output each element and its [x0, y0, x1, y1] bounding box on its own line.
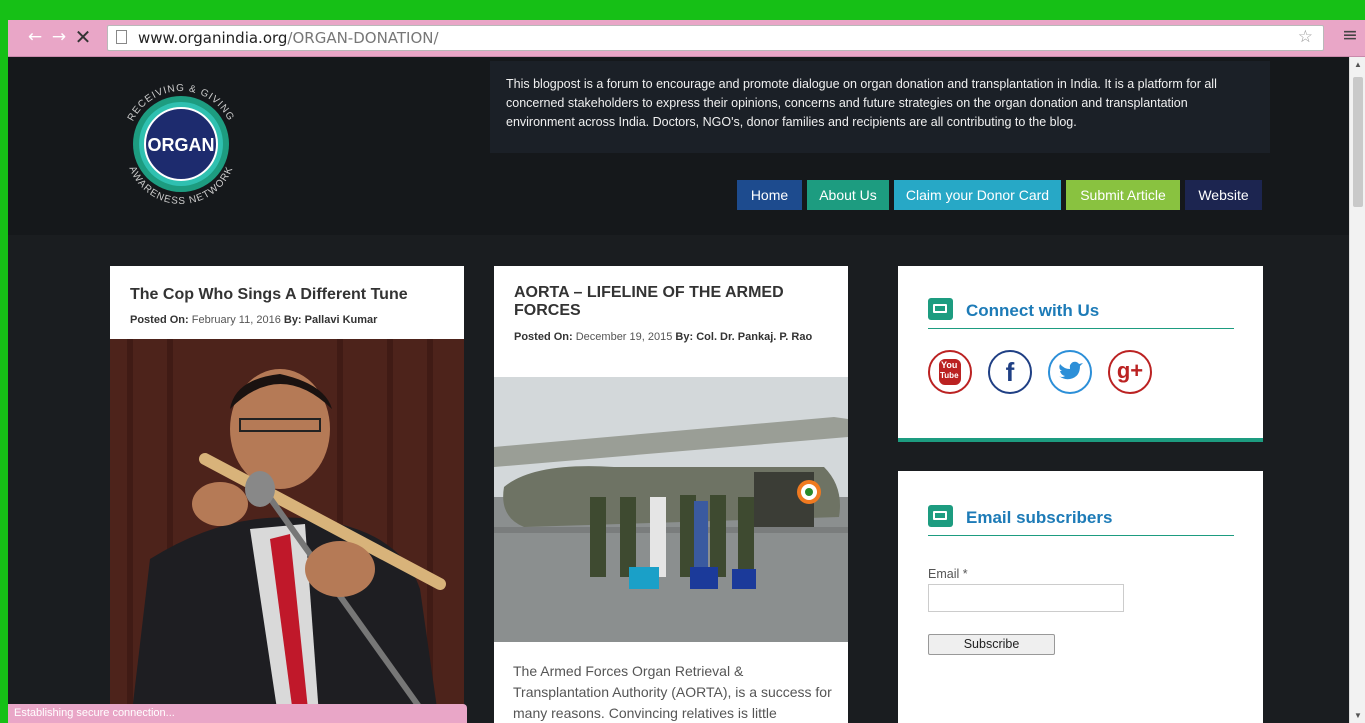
menu-icon[interactable]: ≡ — [1342, 24, 1358, 46]
site-header: ORGAN RECEIVING & GIVING AWARENESS NETWO… — [8, 57, 1349, 235]
nav-claim-donor-card[interactable]: Claim your Donor Card — [894, 180, 1061, 210]
nav-about-us[interactable]: About Us — [807, 180, 889, 210]
url-text[interactable]: www.organindia.org/ORGAN-DONATION/ — [138, 29, 439, 47]
organ-logo[interactable]: ORGAN RECEIVING & GIVING AWARENESS NETWO… — [106, 69, 256, 219]
post-title[interactable]: The Cop Who Sings A Different Tune — [130, 286, 450, 304]
folder-icon — [928, 298, 953, 320]
web-page: ORGAN RECEIVING & GIVING AWARENESS NETWO… — [8, 57, 1349, 723]
facebook-icon[interactable]: f — [988, 350, 1032, 394]
posted-on-label: Posted On: — [130, 314, 189, 326]
vertical-scrollbar[interactable]: ▲ ▼ — [1349, 57, 1365, 723]
forward-arrow-icon[interactable]: → — [48, 26, 70, 48]
by-label: By: — [283, 314, 302, 326]
stop-loading-icon[interactable]: ✕ — [72, 26, 94, 48]
post-card: AORTA – LIFELINE OF THE ARMED FORCES Pos… — [494, 266, 848, 723]
post-author: Col. Dr. Pankaj. P. Rao — [696, 331, 813, 343]
email-subscribers-widget: Email subscribers Email * Subscribe — [898, 471, 1263, 723]
url-host: www.organindia.org — [138, 29, 288, 47]
youtube-you-text: You — [941, 360, 958, 370]
scrollbar-thumb[interactable] — [1353, 77, 1363, 207]
post-excerpt: The Armed Forces Organ Retrieval & Trans… — [513, 663, 832, 721]
scroll-up-arrow-icon[interactable]: ▲ — [1354, 60, 1362, 69]
email-widget-title: Email subscribers — [966, 508, 1113, 527]
post-meta: Posted On: December 19, 2015 By: Col. Dr… — [514, 328, 834, 346]
subscribe-button[interactable]: Subscribe — [928, 634, 1055, 655]
post-image-aircraft[interactable] — [494, 377, 848, 642]
widget-accent-bar — [898, 438, 1263, 442]
folder-icon — [928, 505, 953, 527]
post-card: The Cop Who Sings A Different Tune Poste… — [110, 266, 464, 723]
widget-divider — [928, 535, 1234, 536]
email-input[interactable] — [928, 584, 1124, 612]
scroll-down-arrow-icon[interactable]: ▼ — [1354, 711, 1362, 720]
browser-window: ← → ✕ www.organindia.org/ORGAN-DONATION/… — [8, 20, 1365, 723]
posted-on-label: Posted On: — [514, 331, 573, 343]
connect-widget: Connect with Us You Tube f g+ — [898, 266, 1263, 442]
connect-title: Connect with Us — [966, 301, 1100, 320]
post-title[interactable]: AORTA – LIFELINE OF THE ARMED FORCES — [514, 284, 814, 320]
browser-toolbar: ← → ✕ www.organindia.org/ORGAN-DONATION/… — [8, 20, 1365, 57]
post-date: December 19, 2015 — [575, 331, 673, 343]
post-author: Pallavi Kumar — [304, 314, 378, 326]
post-meta: Posted On: February 11, 2016 By: Pallavi… — [130, 311, 377, 329]
nav-website[interactable]: Website — [1185, 180, 1262, 210]
back-arrow-icon[interactable]: ← — [24, 26, 46, 48]
twitter-icon[interactable] — [1048, 350, 1092, 394]
post-image-flute-player[interactable] — [110, 339, 464, 723]
site-description: This blogpost is a forum to encourage an… — [506, 77, 1217, 129]
youtube-icon[interactable]: You Tube — [928, 350, 972, 394]
address-bar[interactable]: www.organindia.org/ORGAN-DONATION/ ☆ — [107, 25, 1324, 51]
download-extension-icon[interactable]: ⬇ — [1310, 26, 1324, 46]
nav-home[interactable]: Home — [737, 180, 802, 210]
site-description-box: This blogpost is a forum to encourage an… — [490, 61, 1270, 153]
post-date: February 11, 2016 — [191, 314, 281, 326]
by-label: By: — [675, 331, 694, 343]
email-label: Email * — [928, 567, 968, 581]
page-icon — [116, 30, 127, 44]
logo-main-text: ORGAN — [148, 135, 215, 155]
widget-divider — [928, 328, 1234, 329]
nav-submit-article[interactable]: Submit Article — [1066, 180, 1180, 210]
status-bar: Establishing secure connection... — [8, 704, 467, 723]
twitter-bird-icon — [1059, 361, 1083, 380]
youtube-tube-text: Tube — [940, 371, 959, 380]
google-plus-icon[interactable]: g+ — [1108, 350, 1152, 394]
url-path: /ORGAN-DONATION/ — [287, 29, 439, 47]
